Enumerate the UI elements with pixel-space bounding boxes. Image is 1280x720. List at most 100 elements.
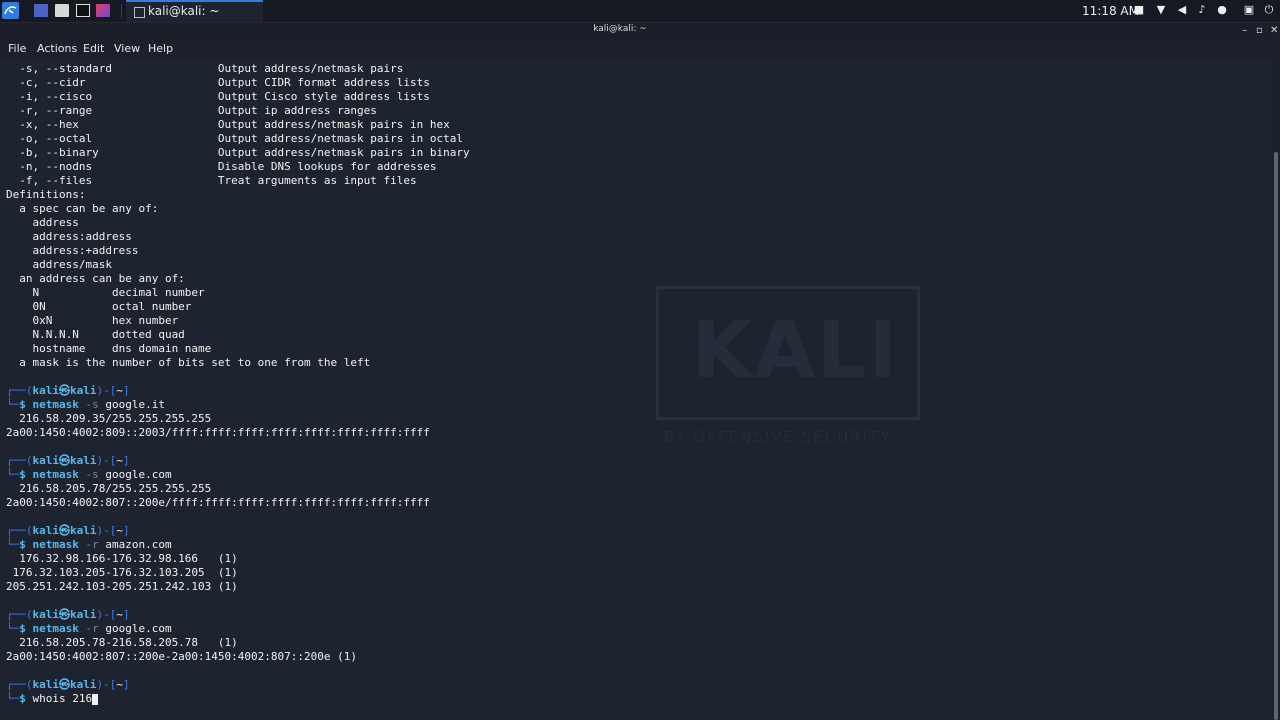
menu-edit[interactable]: Edit xyxy=(83,42,104,55)
terminal-window-icon xyxy=(134,7,145,18)
watermark-logo: KALI xyxy=(692,306,900,396)
text-cursor xyxy=(92,693,99,705)
command-arg: google.com xyxy=(105,468,172,481)
prompt-bracket: ] xyxy=(122,678,130,691)
help-line: 0N octal number xyxy=(6,300,192,313)
command-output: 2a00:1450:4002:807::200e-2a00:1450:4002:… xyxy=(6,650,357,663)
command-output: 176.32.103.205-176.32.103.205 (1) xyxy=(6,566,238,579)
clock[interactable]: 11:18 AM xyxy=(1082,4,1139,18)
prompt-line: ┌──(kali㉿kali)-[~] xyxy=(6,678,130,692)
help-line: address xyxy=(6,216,79,229)
help-line: -x, --hex Output address/netmask pairs i… xyxy=(6,118,450,131)
prompt-bracket: ] xyxy=(122,524,130,537)
notifications-icon[interactable]: ♪ xyxy=(1196,4,1208,16)
prompt-corner-bottom: └─ xyxy=(6,468,20,481)
browser-icon[interactable] xyxy=(96,4,110,17)
help-line: Definitions: xyxy=(6,188,86,201)
command-name: netmask xyxy=(32,468,79,481)
prompt-user: kali㉿kali xyxy=(32,454,97,467)
help-line: -i, --cisco Output Cisco style address l… xyxy=(6,90,430,103)
scrollbar-thumb[interactable] xyxy=(1274,152,1278,720)
command-line: └─$ netmask -r google.com xyxy=(6,622,172,636)
prompt-symbol: $ xyxy=(19,692,26,705)
prompt-corner-bottom: └─ xyxy=(6,622,20,635)
power-manager-icon[interactable]: ● xyxy=(1216,4,1228,16)
prompt-dir: ~ xyxy=(116,524,123,537)
prompt-symbol: $ xyxy=(19,538,26,551)
help-line: hostname dns domain name xyxy=(6,342,212,355)
screen-record-icon[interactable]: ■ xyxy=(1133,4,1145,16)
command-input[interactable]: whois 216 xyxy=(33,692,93,705)
power-icon[interactable]: ⏻ xyxy=(1263,4,1275,16)
terminal-scrollbar[interactable] xyxy=(1272,40,1280,720)
help-line: -r, --range Output ip address ranges xyxy=(6,104,377,117)
prompt-symbol: $ xyxy=(19,622,26,635)
prompt-corner-bottom: └─ xyxy=(6,538,20,551)
prompt-separator: )-[ xyxy=(96,524,117,537)
watermark-tagline: BY OFFENSIVE SECURITY xyxy=(664,428,892,446)
prompt-user: kali㉿kali xyxy=(32,608,97,621)
prompt-corner-bottom: └─ xyxy=(6,692,20,705)
maximize-icon[interactable]: ▫ xyxy=(1256,25,1263,36)
lock-icon[interactable]: ▣ xyxy=(1243,4,1255,16)
show-desktop-icon[interactable] xyxy=(34,4,48,17)
help-line: -c, --cidr Output CIDR format address li… xyxy=(6,76,430,89)
minimize-icon[interactable]: – xyxy=(1242,25,1247,36)
command-name: netmask xyxy=(32,538,79,551)
current-command-line: └─$ whois 216 xyxy=(6,692,99,706)
command-output: 176.32.98.166-176.32.98.166 (1) xyxy=(6,552,238,565)
prompt-corner-bottom: └─ xyxy=(6,398,20,411)
menu-view[interactable]: View xyxy=(114,42,140,55)
command-name: netmask xyxy=(32,622,79,635)
help-line: N decimal number xyxy=(6,286,205,299)
network-icon[interactable]: ▼ xyxy=(1155,4,1167,16)
prompt-dir: ~ xyxy=(116,384,123,397)
window-titlebar[interactable]: kali@kali: ~ – ▫ ✕ xyxy=(0,23,1280,39)
prompt-separator: )-[ xyxy=(96,608,117,621)
prompt-line: ┌──(kali㉿kali)-[~] xyxy=(6,524,130,538)
command-line: └─$ netmask -s google.com xyxy=(6,468,172,482)
menu-actions[interactable]: Actions xyxy=(37,42,77,55)
help-line: 0xN hex number xyxy=(6,314,179,327)
command-output: 2a00:1450:4002:807::200e/ffff:ffff:ffff:… xyxy=(6,496,430,509)
command-flag: -r xyxy=(85,538,99,551)
help-line: an address can be any of: xyxy=(6,272,185,285)
command-name: netmask xyxy=(32,398,79,411)
command-arg: google.it xyxy=(105,398,165,411)
prompt-separator: )-[ xyxy=(96,454,117,467)
menu-file[interactable]: File xyxy=(8,42,26,55)
command-line: └─$ netmask -s google.it xyxy=(6,398,165,412)
command-output: 216.58.205.78-216.58.205.78 (1) xyxy=(6,636,238,649)
command-flag: -s xyxy=(85,468,99,481)
help-line: a spec can be any of: xyxy=(6,202,159,215)
help-line: address:+address xyxy=(6,244,139,257)
prompt-corner: ┌──( xyxy=(6,454,33,467)
help-line: -o, --octal Output address/netmask pairs… xyxy=(6,132,463,145)
close-icon[interactable]: ✕ xyxy=(1270,25,1278,36)
prompt-user: kali㉿kali xyxy=(32,524,97,537)
prompt-corner: ┌──( xyxy=(6,678,33,691)
prompt-dir: ~ xyxy=(116,454,123,467)
top-panel: kali@kali: ~ 11:18 AM ■ ▼ ◀ ♪ ● ▣ ⏻ xyxy=(0,0,1280,23)
prompt-dir: ~ xyxy=(116,678,123,691)
taskbar-task-label: kali@kali: ~ xyxy=(148,4,220,18)
menu-bar: File Actions Edit View Help xyxy=(0,39,1280,60)
file-manager-icon[interactable] xyxy=(55,4,69,17)
prompt-separator: )-[ xyxy=(96,384,117,397)
terminal-icon[interactable] xyxy=(76,4,90,17)
help-line: -s, --standard Output address/netmask pa… xyxy=(6,62,404,75)
command-arg: amazon.com xyxy=(105,538,172,551)
command-flag: -s xyxy=(85,398,99,411)
help-line: address:address xyxy=(6,230,132,243)
command-line: └─$ netmask -r amazon.com xyxy=(6,538,172,552)
kali-menu-icon[interactable] xyxy=(2,2,19,19)
panel-separator xyxy=(121,4,122,18)
command-output: 216.58.209.35/255.255.255.255 xyxy=(6,412,212,425)
menu-help[interactable]: Help xyxy=(148,42,173,55)
help-line: -b, --binary Output address/netmask pair… xyxy=(6,146,470,159)
window-title: kali@kali: ~ xyxy=(593,24,647,34)
volume-icon[interactable]: ◀ xyxy=(1176,4,1188,16)
terminal-area[interactable]: KALI BY OFFENSIVE SECURITY -s, --standar… xyxy=(0,60,1272,720)
prompt-line: ┌──(kali㉿kali)-[~] xyxy=(6,384,130,398)
taskbar-terminal-task[interactable]: kali@kali: ~ xyxy=(126,0,263,22)
